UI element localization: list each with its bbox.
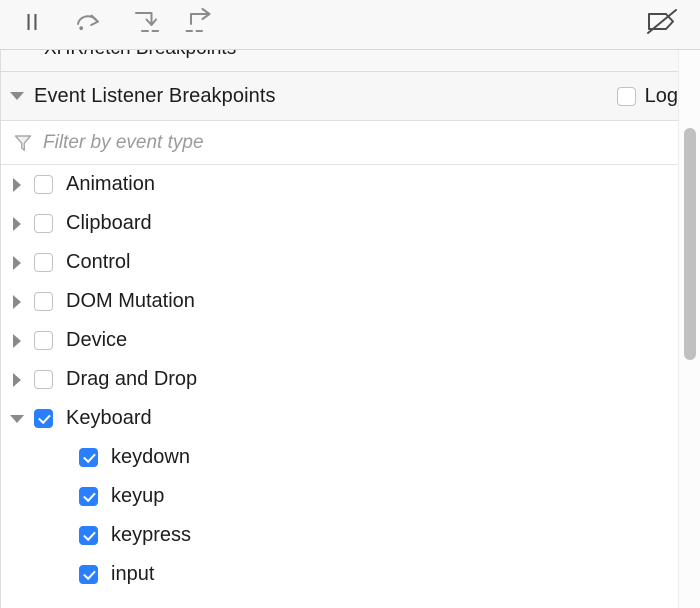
tree-row-label: Clipboard	[66, 212, 152, 235]
disclosure-triangle-right-icon[interactable]	[0, 295, 34, 309]
triangle-right-icon	[13, 256, 21, 270]
tree-row-keydown[interactable]: keydown	[0, 438, 700, 477]
step-out-button[interactable]	[172, 1, 228, 49]
tree-row-clipboard[interactable]: Clipboard	[0, 204, 700, 243]
tree-row-device[interactable]: Device	[0, 321, 700, 360]
breakpoint-slash-icon	[645, 7, 679, 42]
triangle-right-icon	[13, 217, 21, 231]
tree-row-label: Drag and Drop	[66, 368, 197, 391]
event-listener-breakpoints-panel: XHR/fetch Breakpoints Event Listener Bre…	[0, 0, 700, 608]
tree-row-keyboard[interactable]: Keyboard	[0, 399, 700, 438]
pause-script-execution-button[interactable]	[4, 1, 60, 49]
tree-row-label: Device	[66, 329, 127, 352]
event-type-filter-input[interactable]	[43, 132, 603, 154]
event-listener-tree: Animation Clipboard Control DOM Mutation	[0, 165, 700, 608]
tree-row-label: keyup	[111, 485, 164, 508]
triangle-right-icon	[13, 295, 21, 309]
category-checkbox[interactable]	[34, 253, 53, 272]
category-checkbox[interactable]	[34, 214, 53, 233]
triangle-down-icon	[10, 415, 24, 423]
event-checkbox[interactable]	[79, 526, 98, 545]
tree-row-label: keypress	[111, 524, 191, 547]
tree-row-drag-and-drop[interactable]: Drag and Drop	[0, 360, 700, 399]
tree-row-keyup[interactable]: keyup	[0, 477, 700, 516]
log-checkbox[interactable]	[617, 87, 636, 106]
step-into-icon	[129, 8, 159, 41]
tree-row-animation[interactable]: Animation	[0, 165, 700, 204]
scrollbar-thumb[interactable]	[684, 128, 696, 360]
tree-row-label: Animation	[66, 173, 155, 196]
section-title: Event Listener Breakpoints	[34, 85, 276, 108]
triangle-down-icon	[10, 92, 24, 100]
event-checkbox[interactable]	[79, 487, 98, 506]
disclosure-triangle-down-icon[interactable]	[0, 415, 34, 423]
step-into-button[interactable]	[116, 1, 172, 49]
clipped-section-above: XHR/fetch Breakpoints	[0, 50, 700, 71]
tree-row-keypress[interactable]: keypress	[0, 516, 700, 555]
disclosure-triangle-right-icon[interactable]	[0, 178, 34, 192]
event-checkbox[interactable]	[79, 448, 98, 467]
section-disclosure-triangle-down-icon[interactable]	[0, 92, 34, 100]
step-over-button[interactable]	[60, 1, 116, 49]
tree-row-label: input	[111, 563, 154, 586]
disclosure-triangle-right-icon[interactable]	[0, 217, 34, 231]
triangle-right-icon	[13, 373, 21, 387]
category-checkbox[interactable]	[34, 331, 53, 350]
tree-row-label: keydown	[111, 446, 190, 469]
debugger-toolbar	[0, 0, 700, 50]
funnel-icon	[13, 133, 33, 153]
tree-row-label: Keyboard	[66, 407, 152, 430]
pause-icon	[19, 9, 45, 40]
category-checkbox[interactable]	[34, 292, 53, 311]
tree-row-control[interactable]: Control	[0, 243, 700, 282]
event-listener-breakpoints-header[interactable]: Event Listener Breakpoints Log	[0, 71, 700, 121]
vertical-scrollbar[interactable]	[678, 50, 700, 608]
disclosure-triangle-right-icon[interactable]	[0, 334, 34, 348]
tree-row-label: DOM Mutation	[66, 290, 195, 313]
disclosure-triangle-right-icon[interactable]	[0, 373, 34, 387]
step-over-icon	[73, 8, 103, 41]
panel-left-border	[0, 50, 1, 608]
tree-row-dom-mutation[interactable]: DOM Mutation	[0, 282, 700, 321]
category-checkbox[interactable]	[34, 370, 53, 389]
event-type-filter-row[interactable]	[0, 121, 700, 165]
clipped-section-label: XHR/fetch Breakpoints	[0, 50, 700, 60]
disclosure-triangle-right-icon[interactable]	[0, 256, 34, 270]
tree-row-label: Control	[66, 251, 130, 274]
step-out-icon	[185, 8, 215, 41]
triangle-right-icon	[13, 178, 21, 192]
log-checkbox-group[interactable]: Log	[617, 85, 678, 108]
tree-row-input[interactable]: input	[0, 555, 700, 594]
triangle-right-icon	[13, 334, 21, 348]
log-checkbox-label: Log	[645, 85, 678, 108]
deactivate-breakpoints-button[interactable]	[634, 1, 690, 49]
category-checkbox[interactable]	[34, 409, 53, 428]
category-checkbox[interactable]	[34, 175, 53, 194]
event-checkbox[interactable]	[79, 565, 98, 584]
